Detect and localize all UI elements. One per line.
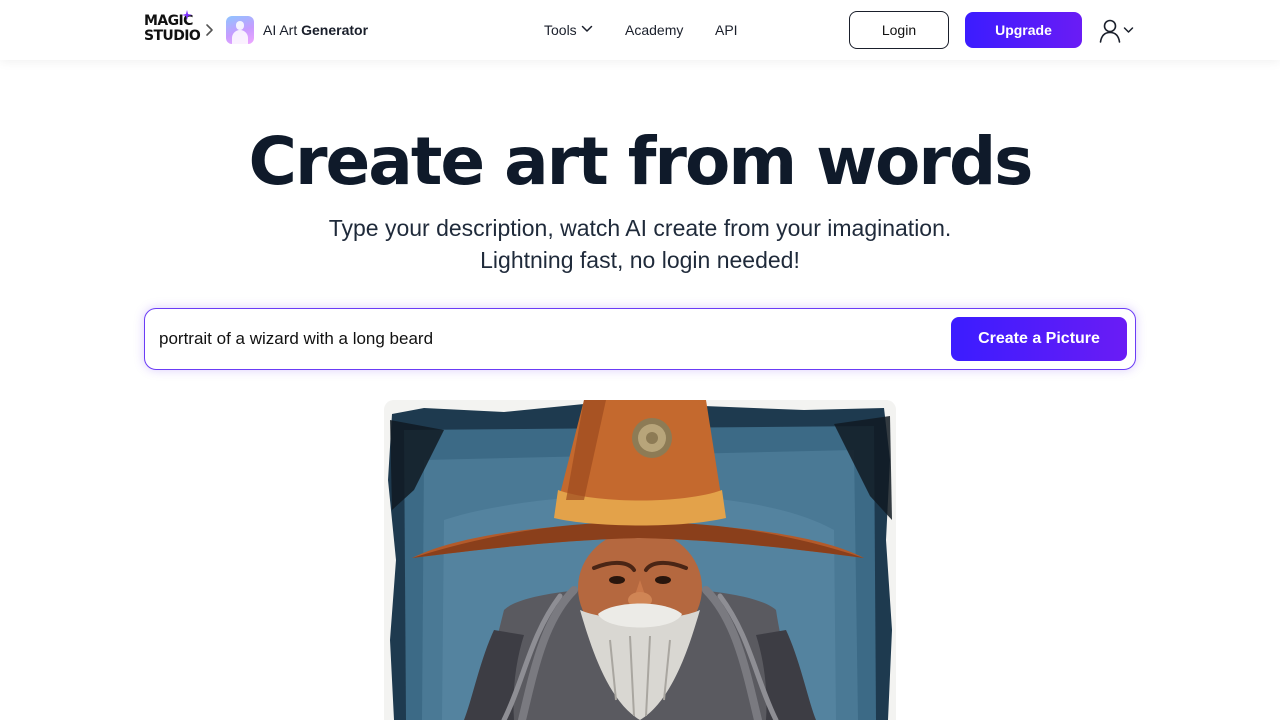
subtitle-line-1: Type your description, watch AI create f…: [328, 215, 952, 241]
chevron-down-icon[interactable]: [581, 25, 593, 33]
ai-art-generator-icon[interactable]: [226, 16, 254, 44]
upgrade-button[interactable]: Upgrade: [965, 12, 1082, 48]
prompt-box: Create a Picture: [144, 308, 1136, 370]
logo-line-2: STUDIO: [144, 28, 201, 44]
app-icon-body: [232, 30, 248, 44]
create-picture-button[interactable]: Create a Picture: [951, 317, 1127, 361]
magic-studio-logo[interactable]: MAGIC STUDIO: [144, 10, 201, 48]
generated-image[interactable]: [384, 400, 896, 720]
prompt-input[interactable]: [159, 323, 939, 355]
nav-academy[interactable]: Academy: [625, 22, 683, 38]
top-navbar: MAGIC STUDIO AI Art Generator Tools Acad…: [0, 0, 1280, 60]
app-icon-head: [236, 21, 244, 30]
page-title: Create art from words: [248, 123, 1034, 200]
app-name-main: Generator: [301, 22, 369, 38]
login-button[interactable]: Login: [849, 11, 949, 49]
subtitle-line-2: Lightning fast, no login needed!: [480, 247, 800, 273]
nav-api[interactable]: API: [715, 22, 738, 38]
sparkle-icon: [182, 10, 192, 20]
user-icon[interactable]: [1099, 18, 1137, 44]
app-name-prefix: AI Art: [263, 22, 298, 38]
chevron-right-icon: [206, 24, 213, 36]
app-name-breadcrumb[interactable]: AI Art Generator: [263, 22, 368, 38]
wizard-portrait-illustration: [384, 400, 896, 720]
nav-tools[interactable]: Tools: [544, 22, 577, 38]
